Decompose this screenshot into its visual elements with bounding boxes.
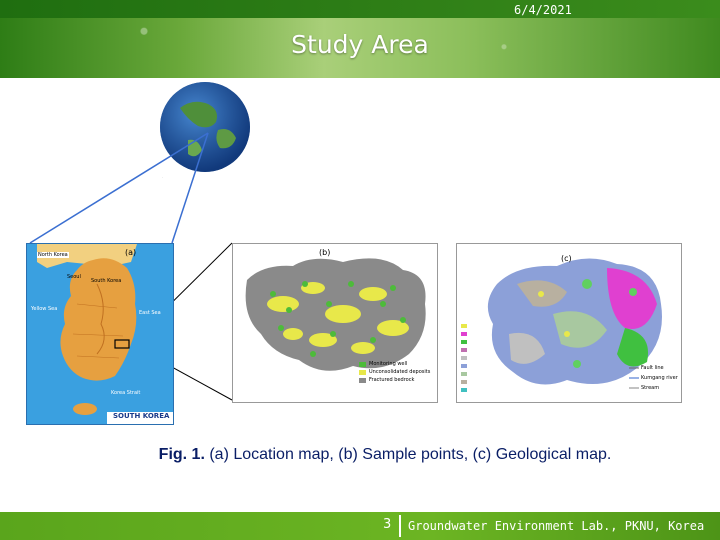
place-seoul: Seoul (67, 274, 81, 280)
caption-text: (a) Location map, (b) Sample points, (c)… (204, 446, 612, 463)
sample-points-map-b: (b) Monitoring well Unconsolidated depos… (232, 243, 438, 403)
caption-fig-label: Fig. 1. (158, 446, 205, 463)
footer-bar: 3 Groundwater Environment Lab., PKNU, Ko… (0, 512, 720, 540)
place-east-sea: East Sea (139, 310, 161, 316)
place-south-korea: South Korea (91, 278, 122, 284)
legend-b-well: Monitoring well (369, 361, 408, 367)
page-number: 3 (383, 517, 392, 532)
place-north-korea: North Korea (37, 252, 69, 258)
footer-lab-name: Groundwater Environment Lab., PKNU, Kore… (408, 519, 705, 533)
figure-caption: Fig. 1. (a) Location map, (b) Sample poi… (0, 446, 720, 464)
place-yellow-sea: Yellow Sea (31, 306, 58, 312)
korea-map (37, 244, 173, 424)
legend-b-deposits: Unconsolidated deposits (369, 369, 431, 375)
map-c-label: (c) (561, 254, 572, 263)
map-a-label: (a) (125, 248, 137, 257)
legend-c-river: Kumgang river (641, 375, 678, 381)
legend-b-bedrock: Fractured bedrock (369, 377, 415, 383)
footer-divider (399, 515, 401, 537)
country-label: SOUTH KOREA (113, 412, 170, 420)
legend-c-stream: Stream (641, 385, 660, 391)
geological-map-c: (c) Fault line Kumgang river Stream (456, 243, 682, 403)
legend-c-fault: Fault line (641, 365, 664, 371)
place-korea-strait: Korea Strait (111, 390, 141, 396)
map-b-label: (b) (319, 248, 331, 257)
location-map-a: (a) North Korea South Korea Yellow Sea E… (26, 243, 174, 425)
